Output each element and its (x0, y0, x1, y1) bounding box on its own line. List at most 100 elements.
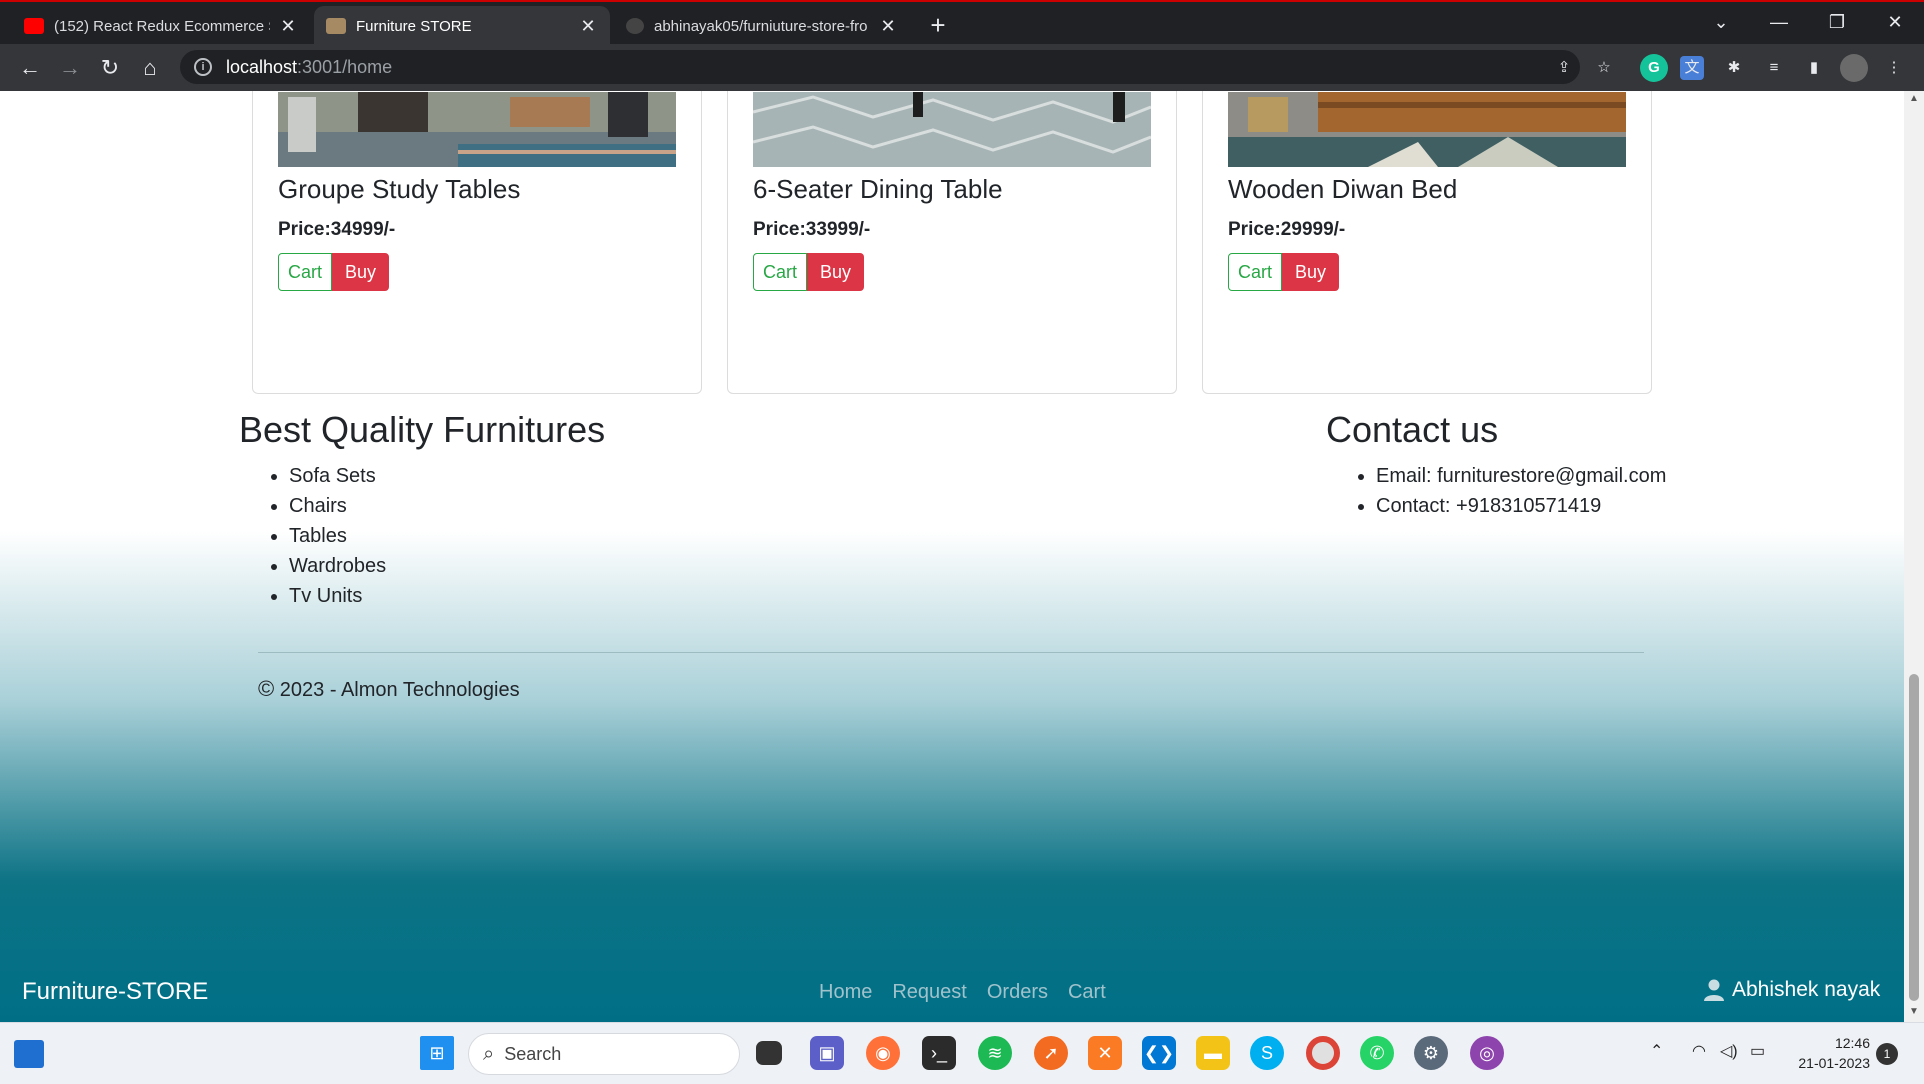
url-host: localhost (226, 56, 298, 77)
task-view-icon[interactable] (756, 1041, 782, 1065)
nav-link-cart[interactable]: Cart (1068, 981, 1106, 1004)
window-close-icon[interactable]: ✕ (1866, 2, 1924, 44)
page-scrollbar[interactable]: ▲ ▼ (1904, 91, 1924, 1022)
info-icon[interactable]: i (194, 58, 212, 76)
whatsapp-icon[interactable]: ✆ (1360, 1036, 1394, 1070)
tab-furniture-store[interactable]: Furniture STORE ✕ (314, 6, 610, 46)
back-icon[interactable]: ← (14, 52, 46, 84)
product-card: Groupe Study Tables Price:34999/- Cart B… (252, 91, 702, 394)
buy-button[interactable]: Buy (807, 253, 865, 291)
browser-tab-bar: (152) React Redux Ecommerce Si ✕ Furnitu… (0, 0, 1924, 46)
add-to-cart-button[interactable]: Cart (278, 253, 333, 291)
add-to-cart-button[interactable]: Cart (753, 253, 808, 291)
furniture-icon (326, 18, 346, 34)
close-icon[interactable]: ✕ (878, 16, 898, 37)
tab-search-icon[interactable]: ⌄ (1692, 2, 1750, 44)
product-card: Wooden Diwan Bed Price:29999/- Cart Buy (1202, 91, 1652, 394)
tab-title: (152) React Redux Ecommerce Si (54, 17, 270, 35)
share-icon[interactable]: ⇪ (1550, 54, 1578, 82)
restore-icon[interactable]: ❐ (1808, 2, 1866, 44)
youtube-icon (24, 18, 44, 34)
extensions-puzzle-icon[interactable]: ✱ (1720, 54, 1748, 82)
github-icon (626, 18, 644, 34)
xampp-icon[interactable]: ✕ (1088, 1036, 1122, 1070)
copyright-text: 2023 - Almon Technologies (279, 679, 520, 701)
chrome-menu-icon[interactable]: ⋮ (1880, 54, 1908, 82)
copyright-icon: © (258, 676, 275, 701)
footer-categories: Best Quality Furnitures Sofa Sets Chairs… (239, 409, 605, 611)
buy-button[interactable]: Buy (332, 253, 390, 291)
nav-link-request[interactable]: Request (892, 981, 967, 1004)
translate-icon[interactable]: 文 (1680, 56, 1704, 80)
windows-taskbar: ⊞ ⌕ Search ▣ ◉ ›_ ≋ ➚ ✕ ❮❯ ▬ S ✆ ⚙ ◎ ⌃ ◠… (0, 1022, 1924, 1084)
spotify-icon[interactable]: ≋ (978, 1036, 1012, 1070)
url-path: :3001/home (297, 56, 393, 77)
taskbar-search[interactable]: ⌕ Search (468, 1033, 740, 1075)
chrome-icon[interactable] (1306, 1036, 1340, 1070)
contact-email: Email: furniturestore@gmail.com (1376, 461, 1666, 491)
user-menu[interactable]: Abhishek nayak (1704, 978, 1880, 1002)
scroll-up-icon[interactable]: ▲ (1904, 93, 1924, 104)
settings-gear-icon[interactable]: ⚙ (1414, 1036, 1448, 1070)
taskbar-clock[interactable]: 12:46 21-01-2023 (1784, 1033, 1870, 1073)
tab-youtube[interactable]: (152) React Redux Ecommerce Si ✕ (12, 6, 310, 46)
nav-link-orders[interactable]: Orders (987, 981, 1048, 1004)
footer-category-item: Wardrobes (289, 551, 605, 581)
tab-github[interactable]: abhinayak05/furniuture-store-fro ✕ (614, 6, 910, 46)
footer-category-item: Tables (289, 521, 605, 551)
buy-button[interactable]: Buy (1282, 253, 1340, 291)
widgets-icon[interactable] (14, 1040, 44, 1068)
volume-icon[interactable]: ◁) (1720, 1041, 1738, 1061)
forward-icon[interactable]: → (54, 52, 86, 84)
grammarly-icon[interactable]: G (1640, 54, 1668, 82)
media-control-icon[interactable]: ≡ (1760, 54, 1788, 82)
terminal-icon[interactable]: ›_ (922, 1036, 956, 1070)
file-explorer-icon[interactable]: ▬ (1196, 1036, 1230, 1070)
product-price: Price:33999/- (753, 219, 871, 240)
footer-divider (258, 652, 1644, 653)
search-icon: ⌕ (483, 1042, 495, 1065)
product-image (278, 92, 676, 167)
product-image (1228, 92, 1626, 167)
start-icon[interactable]: ⊞ (420, 1036, 454, 1070)
profile-avatar[interactable] (1840, 54, 1868, 82)
github-desktop-icon[interactable]: ◎ (1470, 1036, 1504, 1070)
wifi-icon[interactable]: ◠ (1692, 1041, 1706, 1061)
scrollbar-thumb[interactable] (1909, 674, 1919, 1001)
nav-link-home[interactable]: Home (819, 981, 872, 1004)
firefox-icon[interactable]: ◉ (866, 1036, 900, 1070)
product-name: Wooden Diwan Bed (1228, 174, 1458, 204)
footer-contact-title: Contact us (1326, 409, 1499, 450)
contact-phone: Contact: +918310571419 (1376, 491, 1666, 521)
postman-icon[interactable]: ➚ (1034, 1036, 1068, 1070)
close-icon[interactable]: ✕ (578, 16, 598, 37)
notification-badge[interactable]: 1 (1876, 1043, 1898, 1065)
clock-time: 12:46 (1834, 1035, 1870, 1051)
bookmark-star-icon[interactable]: ☆ (1590, 54, 1618, 82)
add-to-cart-button[interactable]: Cart (1228, 253, 1283, 291)
address-bar[interactable]: i localhost:3001/home (180, 50, 1580, 84)
home-icon[interactable]: ⌂ (134, 52, 166, 84)
tray-chevron-icon[interactable]: ⌃ (1650, 1041, 1663, 1061)
footer-category-item: Chairs (289, 491, 605, 521)
skype-icon[interactable]: S (1250, 1036, 1284, 1070)
vscode-icon[interactable]: ❮❯ (1142, 1036, 1176, 1070)
user-name: Abhishek nayak (1732, 978, 1881, 1001)
copyright: © 2023 - Almon Technologies (258, 676, 520, 702)
product-card: 6-Seater Dining Table Price:33999/- Cart… (727, 91, 1177, 394)
product-price: Price:34999/- (278, 219, 396, 240)
new-tab-icon[interactable]: + (922, 10, 954, 42)
scroll-down-icon[interactable]: ▼ (1904, 1006, 1924, 1017)
teams-icon[interactable]: ▣ (810, 1036, 844, 1070)
browser-toolbar: ← → ↻ ⌂ i localhost:3001/home ⇪ ☆ G 文 ✱ … (0, 44, 1924, 91)
battery-icon[interactable]: ▭ (1750, 1041, 1765, 1061)
search-placeholder: Search (504, 1043, 562, 1064)
reload-icon[interactable]: ↻ (94, 52, 126, 84)
navbar-brand[interactable]: Furniture-STORE (22, 978, 208, 1006)
footer-category-item: Tv Units (289, 581, 605, 611)
tab-title: Furniture STORE (356, 17, 472, 35)
side-panel-icon[interactable]: ▮ (1800, 54, 1828, 82)
close-icon[interactable]: ✕ (278, 16, 298, 37)
minimize-icon[interactable]: — (1750, 2, 1808, 44)
footer-categories-title: Best Quality Furnitures (239, 409, 606, 450)
